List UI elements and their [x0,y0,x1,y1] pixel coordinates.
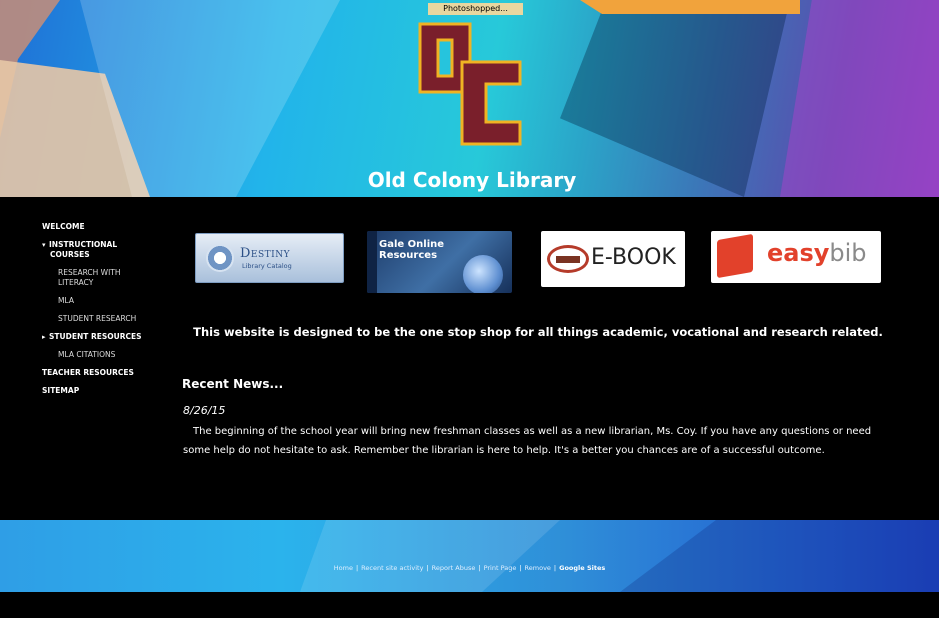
footer-facet [620,520,939,592]
gale-online-resources-button[interactable]: Gale Online Resources [367,231,512,293]
ebook-label: E-BOOK [591,245,676,270]
banner-facet [780,0,939,197]
footer-separator: | [355,564,359,572]
resource-links: Destiny Library Catalog Gale Online Reso… [195,231,885,293]
nav-item-label: MLA [58,296,74,305]
nav-item-student-resources[interactable]: ▸ STUDENT RESOURCES [42,332,152,342]
nav-item-label: WELCOME [42,222,85,231]
footer-link-remove[interactable]: Remove [525,564,551,572]
destiny-gear-icon [206,244,234,272]
nav-item-label: INSTRUCTIONAL COURSES [49,240,118,259]
footer-link-home[interactable]: Home [334,564,353,572]
sidebar-nav: WELCOME ▾ INSTRUCTIONAL COURSES RESEARCH WI… [42,222,152,404]
nav-item-sitemap[interactable]: SITEMAP [42,386,152,396]
footer-links: Home | Recent site activity | Report Abuse | P… [0,564,939,572]
nav-item-label: RESEARCH WITH LITERACY [58,268,121,287]
book-icon [547,245,589,273]
expand-arrow-icon[interactable]: ▸ [42,332,49,342]
nav-item-instructional-courses[interactable]: ▾ INSTRUCTIONAL COURSES [42,240,152,260]
news-body: The beginning of the school year will br… [183,426,872,456]
footer: Home | Recent site activity | Report Abuse | P… [0,520,939,592]
footer-separator: | [426,564,429,572]
footer-link-print-page[interactable]: Print Page [484,564,517,572]
site-tagline: This website is designed to be the one s… [193,325,883,339]
destiny-title: Destiny [240,246,291,261]
nav-item-label: MLA CITATIONS [58,350,116,359]
easybib-wordmark: easybib [767,239,867,267]
site-title[interactable]: Old Colony Library [340,166,604,194]
footer-separator: | [553,564,557,572]
footer-link-report-abuse[interactable]: Report Abuse [432,564,476,572]
destiny-catalog-button[interactable]: Destiny Library Catalog [195,233,344,283]
ebook-button[interactable]: E-BOOK [541,231,685,287]
footer-link-recent-site-activity[interactable]: Recent site activity [361,564,423,572]
nav-item-mla[interactable]: MLA [42,296,152,306]
gale-title: Gale Online Resources [379,239,445,261]
powered-by-google-sites-link[interactable]: Google Sites [559,564,605,572]
expand-arrow-icon[interactable]: ▾ [42,240,49,250]
easybib-easy: easy [767,239,830,267]
nav-item-mla-citations[interactable]: MLA CITATIONS [42,350,152,360]
nav-item-label: TEACHER RESOURCES [42,368,134,377]
gale-strip [367,231,377,293]
header-banner: Photoshopped... Old Colony Library [0,0,939,197]
footer-facet [300,520,560,592]
globe-icon [463,255,503,293]
nav-item-teacher-resources[interactable]: TEACHER RESOURCES [42,368,152,378]
nav-item-welcome[interactable]: WELCOME [42,222,152,232]
recent-news-heading: Recent News... [182,377,284,391]
nav-item-research-with-literacy[interactable]: RESEARCH WITH LITERACY [42,268,152,288]
easybib-bib: bib [829,239,867,267]
footer-separator: | [478,564,481,572]
nav-item-label: SITEMAP [42,386,80,395]
oc-logo-icon[interactable] [412,10,532,160]
news-date: 8/26/15 [183,404,226,417]
easybib-book-icon [717,233,753,279]
banner-facet [580,0,800,14]
nav-item-label: STUDENT RESEARCH [58,314,137,323]
destiny-subtitle: Library Catalog [242,262,292,270]
easybib-button[interactable]: easybib [711,231,881,283]
footer-separator: | [519,564,522,572]
nav-item-student-research[interactable]: STUDENT RESEARCH [42,314,152,324]
nav-item-label: STUDENT RESOURCES [49,332,142,341]
